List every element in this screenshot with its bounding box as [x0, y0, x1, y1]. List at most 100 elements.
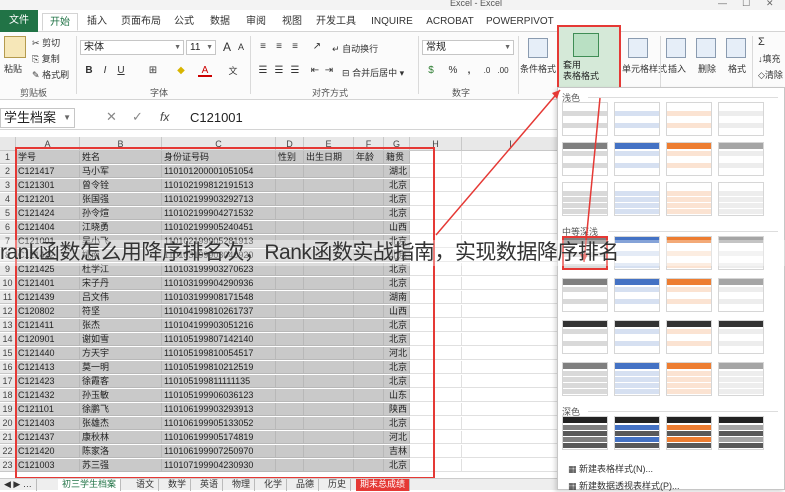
conditional-format-button[interactable]: 条件格式 — [520, 62, 556, 75]
tab-page-layout[interactable]: 页面布局 — [118, 13, 164, 31]
empty-cell[interactable] — [410, 221, 462, 234]
format-cells-icon[interactable] — [726, 38, 746, 58]
table-cell[interactable] — [276, 403, 304, 416]
table-cell[interactable] — [304, 207, 354, 220]
table-cell[interactable] — [354, 179, 384, 192]
table-cell[interactable]: 张雄杰 — [80, 417, 162, 430]
row-header[interactable]: 12 — [0, 305, 16, 318]
table-cell[interactable]: 莫一明 — [80, 361, 162, 374]
table-cell[interactable] — [276, 417, 304, 430]
empty-cell[interactable] — [462, 165, 560, 178]
align-bottom-icon[interactable]: ≡ — [288, 41, 302, 53]
table-cell[interactable] — [276, 459, 304, 472]
table-cell[interactable]: C121201 — [16, 193, 80, 206]
header-cell[interactable]: 学号 — [16, 151, 80, 164]
table-cell[interactable] — [304, 193, 354, 206]
table-cell[interactable]: C121440 — [16, 347, 80, 360]
table-style-light[interactable] — [562, 102, 608, 136]
table-cell[interactable] — [354, 221, 384, 234]
column-header[interactable]: A — [16, 137, 80, 151]
table-style-medium[interactable] — [666, 362, 712, 396]
empty-cell[interactable] — [462, 221, 560, 234]
table-cell[interactable]: C121413 — [16, 361, 80, 374]
empty-cell[interactable] — [410, 179, 462, 192]
table-cell[interactable]: 宋子丹 — [80, 277, 162, 290]
table-cell[interactable] — [276, 207, 304, 220]
table-style-medium[interactable] — [718, 320, 764, 354]
row-header[interactable]: 1 — [0, 151, 16, 164]
table-cell[interactable] — [276, 165, 304, 178]
table-style-medium[interactable] — [718, 278, 764, 312]
column-header[interactable]: D — [276, 137, 304, 151]
merge-center-button[interactable]: ⊟ 合并后居中 ▾ — [342, 66, 404, 79]
table-cell[interactable] — [354, 375, 384, 388]
row-header[interactable]: 19 — [0, 403, 16, 416]
header-cell[interactable]: 籍贯 — [384, 151, 410, 164]
name-box[interactable]: 学生档案 ▼ — [0, 108, 75, 128]
underline-button[interactable]: U — [114, 65, 128, 77]
table-cell[interactable]: 110104199810261737 — [162, 305, 276, 318]
table-style-dark[interactable] — [614, 416, 660, 450]
sheet-tab[interactable]: 物理 — [228, 479, 256, 491]
table-style-medium[interactable] — [718, 362, 764, 396]
table-cell[interactable] — [354, 389, 384, 402]
table-cell[interactable]: 陈家洛 — [80, 445, 162, 458]
table-cell[interactable]: C121439 — [16, 291, 80, 304]
table-cell[interactable]: 张国强 — [80, 193, 162, 206]
table-style-light[interactable] — [718, 142, 764, 176]
align-middle-icon[interactable]: ≡ — [272, 41, 286, 53]
table-cell[interactable] — [276, 277, 304, 290]
table-cell[interactable]: 110106199903293913 — [162, 403, 276, 416]
row-header[interactable]: 23 — [0, 459, 16, 472]
row-header[interactable]: 17 — [0, 375, 16, 388]
empty-cell[interactable] — [462, 193, 560, 206]
comma-button[interactable]: , — [462, 65, 476, 77]
italic-button[interactable]: I — [98, 65, 112, 77]
table-cell[interactable]: C121417 — [16, 165, 80, 178]
table-cell[interactable]: C121003 — [16, 459, 80, 472]
table-cell[interactable]: 方天宇 — [80, 347, 162, 360]
table-style-dark[interactable] — [666, 416, 712, 450]
table-cell[interactable]: 吕文伟 — [80, 291, 162, 304]
column-header[interactable]: H — [410, 137, 462, 151]
table-cell[interactable] — [304, 305, 354, 318]
table-cell[interactable]: 山东 — [384, 389, 410, 402]
table-style-medium[interactable] — [614, 362, 660, 396]
align-left-icon[interactable]: ☰ — [256, 65, 270, 77]
row-header[interactable]: 11 — [0, 291, 16, 304]
insert-cells-button[interactable]: 插入 — [668, 62, 686, 75]
table-cell[interactable] — [304, 417, 354, 430]
empty-cell[interactable] — [410, 165, 462, 178]
table-cell[interactable] — [354, 305, 384, 318]
table-cell[interactable] — [276, 431, 304, 444]
empty-cell[interactable] — [462, 319, 560, 332]
table-cell[interactable] — [276, 291, 304, 304]
fill-color-icon[interactable]: ◆ — [174, 65, 188, 77]
font-name-select[interactable]: 宋体 ▼ — [80, 40, 184, 55]
row-header[interactable]: 2 — [0, 165, 16, 178]
paste-icon[interactable] — [4, 36, 26, 58]
row-header[interactable]: 20 — [0, 417, 16, 430]
table-cell[interactable]: 谢如雪 — [80, 333, 162, 346]
table-cell[interactable]: 北京 — [384, 179, 410, 192]
table-cell[interactable] — [354, 319, 384, 332]
table-cell[interactable]: 河北 — [384, 347, 410, 360]
table-cell[interactable]: 110105199811111135 — [162, 375, 276, 388]
table-style-medium[interactable] — [562, 278, 608, 312]
empty-cell[interactable] — [410, 305, 462, 318]
table-cell[interactable]: 湖北 — [384, 165, 410, 178]
number-format-select[interactable]: 常规 ▼ — [422, 40, 514, 55]
table-cell[interactable]: C121404 — [16, 221, 80, 234]
empty-cell[interactable] — [410, 389, 462, 402]
table-style-light[interactable] — [666, 182, 712, 216]
increase-decimal-icon[interactable]: .0 — [480, 65, 494, 77]
table-style-light[interactable] — [666, 142, 712, 176]
new-table-style-item[interactable]: ▦ 新建表格样式(N)... — [568, 462, 653, 475]
delete-cells-button[interactable]: 删除 — [698, 62, 716, 75]
format-as-table-button[interactable]: 套用 表格格式 — [557, 25, 621, 95]
column-header[interactable]: C — [162, 137, 276, 151]
header-cell[interactable]: 性别 — [276, 151, 304, 164]
row-header[interactable]: 21 — [0, 431, 16, 444]
table-cell[interactable]: 110106199907250970 — [162, 445, 276, 458]
table-cell[interactable]: C120901 — [16, 333, 80, 346]
